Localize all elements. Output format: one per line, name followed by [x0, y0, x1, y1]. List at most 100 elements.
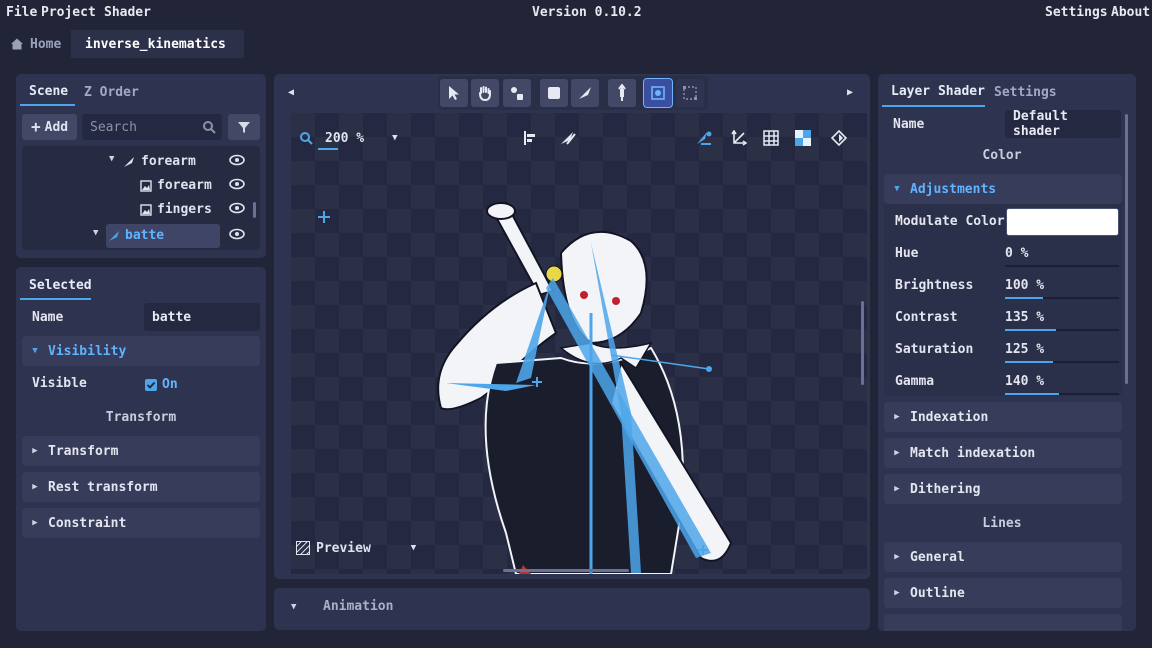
param-label: Brightness: [895, 278, 974, 293]
pan-tool-button[interactable]: [471, 79, 499, 107]
tab-z-order[interactable]: Z Order: [84, 85, 139, 100]
preview-dropdown[interactable]: Preview ▼: [292, 537, 422, 559]
chevron-down-icon[interactable]: ▼: [93, 228, 98, 238]
section-label: Constraint: [48, 515, 127, 531]
tree-row[interactable]: forearm: [22, 176, 260, 198]
section-label: Outline: [910, 585, 965, 601]
indexation-section[interactable]: ▶ Indexation: [884, 402, 1122, 432]
vertical-scrollbar[interactable]: [861, 301, 864, 385]
scene-search-input[interactable]: Search: [82, 114, 222, 140]
outline-section[interactable]: ▶ Outline: [884, 578, 1122, 608]
character-artwork: [318, 201, 733, 574]
menu-about[interactable]: About: [1111, 5, 1150, 20]
rest-transform-section[interactable]: ▶ Rest transform: [22, 472, 260, 502]
param-value[interactable]: 100 %: [1005, 278, 1044, 293]
param-value[interactable]: 135 %: [1005, 310, 1044, 325]
more-section[interactable]: [884, 614, 1122, 631]
shader-name-value: Default shader: [1013, 109, 1068, 139]
menu-bar: File Project Shader Version 0.10.2 Setti…: [0, 0, 1152, 28]
horizontal-scrollbar[interactable]: [503, 569, 629, 572]
shader-scrollbar[interactable]: [1125, 114, 1128, 384]
visibility-section[interactable]: ▼ Visibility: [22, 336, 260, 366]
chevron-right-icon: ▶: [894, 484, 900, 494]
ik-tool-button[interactable]: [643, 78, 673, 108]
param-label: Saturation: [895, 342, 974, 357]
image-icon: [140, 204, 152, 216]
scroll-left-icon[interactable]: ◀: [288, 87, 294, 98]
section-label: Match indexation: [910, 445, 1036, 461]
chevron-down-icon: ▼: [894, 184, 900, 194]
chevron-down-icon[interactable]: ▼: [109, 154, 114, 164]
section-label: General: [910, 549, 965, 565]
eye-icon[interactable]: [229, 177, 245, 195]
tree-label: fingers: [157, 202, 212, 217]
bone-icon: [109, 231, 119, 241]
tree-row-selected[interactable]: ▼ batte: [22, 224, 260, 248]
bone-draw-tool-button[interactable]: [571, 79, 599, 107]
menu-settings[interactable]: Settings: [1045, 5, 1108, 20]
visible-checkbox[interactable]: On: [145, 377, 178, 392]
tree-row[interactable]: fingers: [22, 200, 260, 222]
tab-selected[interactable]: Selected: [29, 278, 92, 293]
viewport-canvas[interactable]: 200 % ▼ Preview ▼: [291, 113, 867, 574]
param-slider-track[interactable]: [1005, 265, 1119, 267]
mesh-tool-button[interactable]: [676, 79, 704, 107]
search-icon: [203, 121, 216, 134]
scrollbar[interactable]: [253, 202, 256, 218]
param-label: Hue: [895, 246, 919, 261]
tab-scene[interactable]: Scene: [29, 84, 68, 99]
modulate-color-swatch[interactable]: [1006, 208, 1119, 236]
param-value[interactable]: 125 %: [1005, 342, 1044, 357]
constraint-section[interactable]: ▶ Constraint: [22, 508, 260, 538]
param-value[interactable]: 0 %: [1005, 246, 1028, 261]
chevron-right-icon: ▶: [894, 552, 900, 562]
rect-tool-button[interactable]: [540, 79, 568, 107]
menu-file[interactable]: File: [6, 5, 37, 20]
tab-home[interactable]: Home: [2, 30, 69, 58]
pin-tool-button[interactable]: [608, 79, 636, 107]
add-button[interactable]: + Add: [22, 114, 77, 140]
preview-label: Preview: [316, 540, 371, 556]
param-slider-fill: [1005, 329, 1056, 331]
param-label: Gamma: [895, 374, 935, 389]
animation-panel[interactable]: ▼ Animation: [274, 588, 870, 630]
name-input[interactable]: batte: [144, 303, 260, 331]
tree-row[interactable]: ▼ forearm: [22, 152, 260, 174]
param-value[interactable]: 140 %: [1005, 374, 1044, 389]
tab-layer-shader[interactable]: Layer Shader: [891, 84, 985, 99]
home-icon: [11, 38, 23, 50]
adjustments-label: Adjustments: [910, 181, 997, 197]
chevron-right-icon: ▶: [32, 518, 38, 528]
tab-active-label: inverse_kinematics: [85, 36, 226, 52]
tab-inverse-kinematics[interactable]: inverse_kinematics: [71, 30, 244, 58]
bone-tool-button[interactable]: [503, 79, 531, 107]
eye-icon[interactable]: [229, 153, 245, 171]
filter-button[interactable]: [228, 114, 260, 140]
section-label: Dithering: [910, 481, 981, 497]
modulate-color-label: Modulate Color: [895, 214, 1005, 229]
tab-selected-underline: [20, 298, 91, 300]
adjustments-section[interactable]: ▼ Adjustments: [884, 174, 1122, 204]
menu-shader[interactable]: Shader: [104, 5, 151, 20]
shader-name-input[interactable]: Default shader: [1005, 109, 1121, 139]
transform-section[interactable]: ▶ Transform: [22, 436, 260, 466]
checkbox-checked-icon: [145, 378, 157, 391]
eye-icon[interactable]: [229, 201, 245, 219]
shader-panel: Layer Shader Settings Name Default shade…: [878, 74, 1136, 631]
chevron-right-icon: ▶: [894, 448, 900, 458]
general-section[interactable]: ▶ General: [884, 542, 1122, 572]
square-icon: [548, 87, 560, 99]
eye-icon[interactable]: [229, 227, 245, 245]
color-header: Color: [982, 148, 1022, 163]
tab-home-label: Home: [30, 36, 62, 52]
tab-shader-settings[interactable]: Settings: [994, 85, 1057, 100]
dithering-section[interactable]: ▶ Dithering: [884, 474, 1122, 504]
plus-icon: +: [31, 117, 41, 136]
menu-project[interactable]: Project: [41, 5, 96, 20]
chevron-down-icon[interactable]: ▼: [291, 602, 296, 612]
match-indexation-section[interactable]: ▶ Match indexation: [884, 438, 1122, 468]
param-slider-fill: [1005, 393, 1059, 395]
select-tool-button[interactable]: [440, 79, 468, 107]
visible-value: On: [162, 377, 178, 392]
scroll-right-icon[interactable]: ▶: [847, 87, 853, 98]
